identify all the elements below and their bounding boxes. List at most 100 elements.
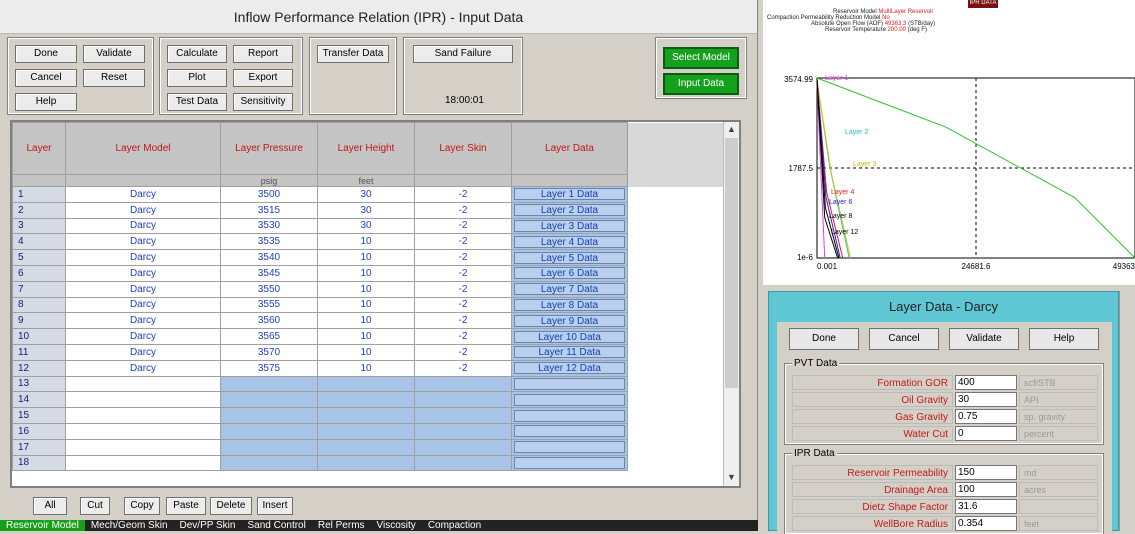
layer-skin-cell[interactable] [414,375,512,393]
sand-failure-button[interactable]: Sand Failure [413,45,513,63]
scroll-thumb[interactable] [725,138,738,388]
cut-button[interactable]: Cut [80,497,110,515]
layer-model-cell[interactable]: Darcy [65,359,221,377]
tab-mech-geom-skin[interactable]: Mech/Geom Skin [85,520,174,531]
layer-data-button[interactable]: Layer 10 Data [514,330,625,343]
row-number[interactable]: 9 [12,312,66,330]
layer-pressure-cell[interactable]: 3540 [220,249,318,266]
validate-button[interactable]: Validate [83,45,145,63]
select-model-button[interactable]: Select Model [663,47,739,69]
layer-skin-cell[interactable]: -2 [414,328,512,345]
copy-button[interactable]: Copy [124,497,160,515]
dialog-done-button[interactable]: Done [789,328,859,350]
layer-model-cell[interactable]: Darcy [65,312,221,330]
layer-pressure-cell[interactable] [220,438,318,456]
layer-data-button[interactable]: Layer 11 Data [514,346,625,359]
tab-rel-perms[interactable]: Rel Perms [312,520,371,531]
layer-data-button[interactable] [514,409,625,422]
layer-height-cell[interactable]: 10 [317,328,415,345]
row-number[interactable]: 6 [12,264,66,282]
layer-height-cell[interactable] [317,407,415,424]
layer-pressure-cell[interactable]: 3555 [220,296,318,314]
layer-pressure-cell[interactable]: 3515 [220,201,318,219]
layer-model-cell[interactable] [65,391,221,409]
layer-model-cell[interactable] [65,422,221,440]
tab-sand-control[interactable]: Sand Control [241,520,311,531]
layer-data-button[interactable] [514,377,625,390]
grid-scrollbar[interactable]: ▲ ▼ [723,122,739,486]
layer-data-button[interactable]: Layer 12 Data [514,362,625,375]
layer-skin-cell[interactable] [414,422,512,440]
row-number[interactable]: 2 [12,201,66,219]
layer-height-cell[interactable] [317,375,415,393]
layer-data-button[interactable]: Layer 7 Data [514,283,625,296]
layer-pressure-cell[interactable] [220,375,318,393]
cancel-button[interactable]: Cancel [15,69,77,87]
layer-model-cell[interactable]: Darcy [65,186,221,203]
layer-skin-cell[interactable] [414,454,512,472]
field-input[interactable]: 0.75 [955,409,1017,424]
layer-model-cell[interactable] [65,407,221,424]
field-input[interactable]: 150 [955,465,1017,480]
plot-button[interactable]: Plot [167,69,227,87]
layer-height-cell[interactable]: 10 [317,312,415,330]
layer-pressure-cell[interactable]: 3500 [220,186,318,203]
layer-height-cell[interactable]: 10 [317,343,415,361]
layer-height-cell[interactable]: 10 [317,280,415,298]
dialog-cancel-button[interactable]: Cancel [869,328,939,350]
layer-pressure-cell[interactable]: 3550 [220,280,318,298]
scroll-down-icon[interactable]: ▼ [727,472,736,482]
layer-pressure-cell[interactable]: 3560 [220,312,318,330]
layer-data-button[interactable]: Layer 1 Data [514,188,625,201]
layer-data-button[interactable]: Layer 3 Data [514,219,625,232]
row-number[interactable]: 13 [12,375,66,393]
dialog-validate-button[interactable]: Validate [949,328,1019,350]
layer-height-cell[interactable]: 10 [317,264,415,282]
tab-dev-pp-skin[interactable]: Dev/PP Skin [174,520,242,531]
row-number[interactable]: 18 [12,454,66,472]
layer-data-button[interactable] [514,441,625,454]
layer-height-cell[interactable] [317,422,415,440]
layer-pressure-cell[interactable] [220,391,318,409]
tab-viscosity[interactable]: Viscosity [371,520,422,531]
layer-skin-cell[interactable]: -2 [414,280,512,298]
layer-data-button[interactable]: Layer 2 Data [514,204,625,217]
layer-skin-cell[interactable]: -2 [414,296,512,314]
field-input[interactable]: 400 [955,375,1017,390]
layer-data-button[interactable]: Layer 4 Data [514,235,625,248]
dialog-help-button[interactable]: Help [1029,328,1099,350]
layer-skin-cell[interactable]: -2 [414,343,512,361]
row-number[interactable]: 14 [12,391,66,409]
paste-button[interactable]: Paste [166,497,206,515]
layer-height-cell[interactable]: 10 [317,233,415,251]
field-input[interactable]: 100 [955,482,1017,497]
layer-pressure-cell[interactable]: 3530 [220,217,318,235]
layer-height-cell[interactable]: 30 [317,217,415,235]
field-input[interactable]: 0.354 [955,516,1017,531]
row-number[interactable]: 1 [12,186,66,203]
layer-height-cell[interactable] [317,454,415,472]
layer-model-cell[interactable]: Darcy [65,280,221,298]
layer-model-cell[interactable]: Darcy [65,328,221,345]
layer-data-button[interactable] [514,456,625,469]
layer-model-cell[interactable]: Darcy [65,217,221,235]
insert-button[interactable]: Insert [257,497,293,515]
field-input[interactable]: 31.6 [955,499,1017,514]
layer-skin-cell[interactable]: -2 [414,359,512,377]
delete-button[interactable]: Delete [210,497,252,515]
sensitivity-button[interactable]: Sensitivity [233,93,293,111]
layer-skin-cell[interactable]: -2 [414,186,512,203]
layer-pressure-cell[interactable]: 3565 [220,328,318,345]
select-all-button[interactable]: All [33,497,67,515]
layer-height-cell[interactable]: 30 [317,186,415,203]
layer-height-cell[interactable]: 10 [317,359,415,377]
layer-skin-cell[interactable]: -2 [414,312,512,330]
layer-height-cell[interactable]: 10 [317,296,415,314]
layer-model-cell[interactable] [65,438,221,456]
layer-data-button[interactable]: Layer 5 Data [514,251,625,264]
report-button[interactable]: Report [233,45,293,63]
test-data-button[interactable]: Test Data [167,93,227,111]
tab-compaction[interactable]: Compaction [422,520,487,531]
layer-skin-cell[interactable]: -2 [414,233,512,251]
layer-skin-cell[interactable] [414,438,512,456]
